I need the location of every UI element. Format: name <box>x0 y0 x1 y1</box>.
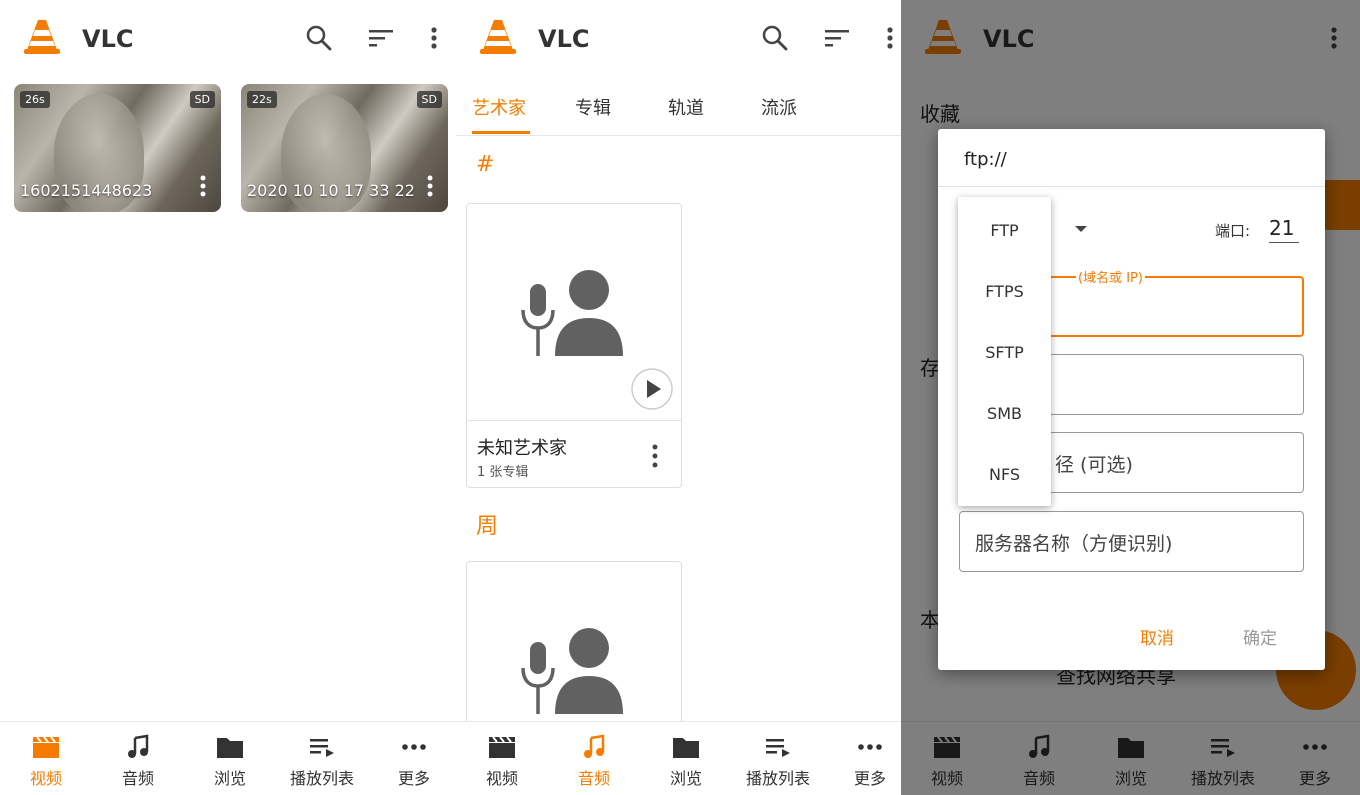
server-name-placeholder: 服务器名称（方便识别) <box>975 533 1173 555</box>
host-label: (域名或 IP) <box>1076 267 1145 286</box>
nav-more[interactable]: 更多 <box>824 722 901 795</box>
more-horiz-icon <box>402 744 426 750</box>
search-icon[interactable] <box>760 22 790 54</box>
divider <box>938 186 1325 187</box>
nav-video[interactable]: 视频 <box>0 722 92 795</box>
app-title: VLC <box>538 25 590 53</box>
duration-badge: 26s <box>20 91 50 108</box>
add-server-dialog: ftp:// 端口: 21 (域名或 IP) 径 (可选) 服务器名称（方便识别… <box>938 129 1325 670</box>
music-icon <box>128 734 149 758</box>
protocol-option-smb[interactable]: SMB <box>958 404 1051 423</box>
section-header: # <box>476 152 495 177</box>
video-icon <box>489 736 515 758</box>
play-icon[interactable] <box>630 367 674 411</box>
protocol-dropdown: FTP FTPS SFTP SMB NFS <box>958 197 1051 506</box>
section-header: 周 <box>476 514 499 539</box>
tab-genres[interactable]: 流派 <box>761 94 797 120</box>
search-icon[interactable] <box>304 22 334 54</box>
more-vert-icon[interactable] <box>422 174 438 198</box>
audio-tabs: 艺术家 专辑 轨道 流派 <box>456 76 901 136</box>
artist-album-count: 1 张专辑 <box>477 465 529 480</box>
audio-screen: VLC 艺术家 专辑 轨道 流派 # 未知艺术家 1 张专辑 周 视频 音频 浏… <box>456 0 901 795</box>
playlist-icon <box>310 739 334 757</box>
music-icon <box>584 734 605 758</box>
artist-name: 未知艺术家 <box>477 438 567 459</box>
protocol-option-nfs[interactable]: NFS <box>958 465 1051 484</box>
duration-badge: 22s <box>247 91 277 108</box>
chevron-down-icon[interactable] <box>1073 224 1089 234</box>
video-icon <box>33 736 59 758</box>
video-card[interactable]: 26s SD 1602151448623 <box>14 84 221 212</box>
protocol-option-ftp[interactable]: FTP <box>958 221 1051 240</box>
top-app-bar: VLC <box>0 0 456 76</box>
video-screen: VLC 26s SD 1602151448623 22s SD 2020 10 … <box>0 0 456 795</box>
browse-screen: VLC 收藏 存 本 查找网络共享 视频 音频 浏览 播放列表 更多 <box>901 0 1360 795</box>
nav-more[interactable]: 更多 <box>368 722 456 795</box>
quality-badge: SD <box>416 91 442 108</box>
server-name-field[interactable]: 服务器名称（方便识别) <box>959 511 1304 572</box>
playlist-icon <box>766 739 790 757</box>
port-label: 端口: <box>1215 222 1251 240</box>
tab-albums[interactable]: 专辑 <box>575 94 611 120</box>
artist-placeholder-icon <box>521 270 623 356</box>
protocol-option-ftps[interactable]: FTPS <box>958 282 1051 301</box>
more-vert-icon[interactable] <box>875 22 901 54</box>
tab-artists[interactable]: 艺术家 <box>472 94 526 120</box>
top-app-bar: VLC <box>456 0 901 76</box>
cancel-button[interactable]: 取消 <box>1140 624 1174 649</box>
tab-indicator <box>472 131 530 134</box>
sort-icon[interactable] <box>366 22 396 54</box>
artist-card[interactable]: 未知艺术家 1 张专辑 <box>466 203 682 488</box>
more-vert-icon[interactable] <box>419 22 449 54</box>
vlc-cone-icon <box>24 20 60 54</box>
app-title: VLC <box>82 25 134 53</box>
artist-placeholder-icon <box>521 628 623 714</box>
video-title: 2020 10 10 17 33 22 <box>247 181 415 200</box>
video-card[interactable]: 22s SD 2020 10 10 17 33 22 <box>241 84 448 212</box>
sort-icon[interactable] <box>822 22 852 54</box>
protocol-prefix: ftp:// <box>964 149 1007 170</box>
divider <box>467 420 681 421</box>
folder-icon <box>673 738 699 758</box>
ok-button[interactable]: 确定 <box>1243 624 1277 649</box>
vlc-cone-icon <box>480 20 516 54</box>
nav-video[interactable]: 视频 <box>456 722 548 795</box>
more-vert-icon[interactable] <box>647 442 663 470</box>
folder-icon <box>217 738 243 758</box>
nav-playlist[interactable]: 播放列表 <box>732 722 824 795</box>
quality-badge: SD <box>189 91 215 108</box>
path-placeholder: 径 (可选) <box>1055 454 1133 476</box>
nav-audio[interactable]: 音频 <box>92 722 184 795</box>
video-title: 1602151448623 <box>20 181 153 200</box>
tab-tracks[interactable]: 轨道 <box>668 94 704 120</box>
protocol-option-sftp[interactable]: SFTP <box>958 343 1051 362</box>
nav-playlist[interactable]: 播放列表 <box>276 722 368 795</box>
more-vert-icon[interactable] <box>195 174 211 198</box>
nav-audio[interactable]: 音频 <box>548 722 640 795</box>
bottom-nav: 视频 音频 浏览 播放列表 更多 <box>456 721 901 795</box>
port-input[interactable]: 21 <box>1269 216 1299 243</box>
nav-browse[interactable]: 浏览 <box>184 722 276 795</box>
bottom-nav: 视频 音频 浏览 播放列表 更多 <box>0 721 456 795</box>
more-horiz-icon <box>858 744 882 750</box>
nav-browse[interactable]: 浏览 <box>640 722 732 795</box>
